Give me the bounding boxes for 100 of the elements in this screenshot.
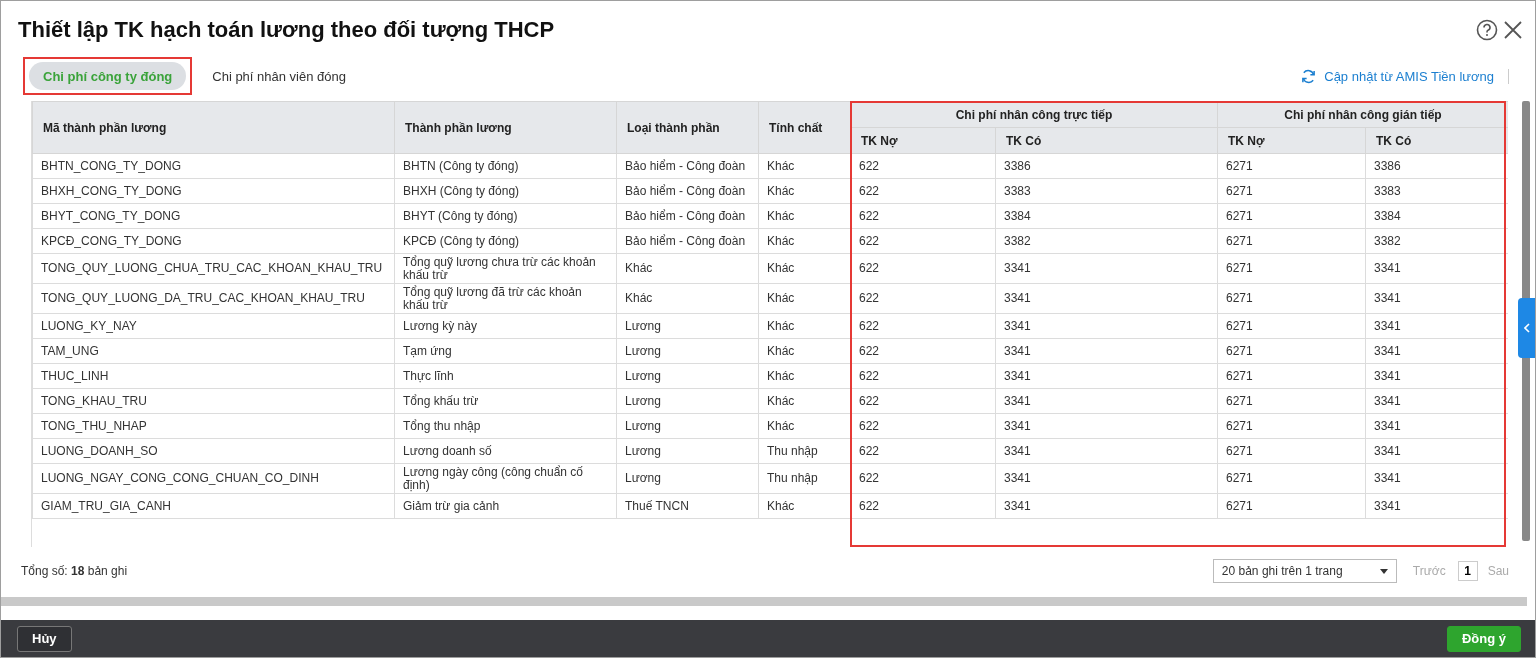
table-cell: BHXH (Công ty đóng) — [394, 178, 617, 204]
table-cell: 3341 — [995, 338, 1218, 364]
table-cell: Giảm trừ gia cảnh — [394, 493, 617, 519]
table-cell: Lương — [616, 388, 759, 414]
table-cell: Tổng khấu trừ — [394, 388, 617, 414]
table-cell: 6271 — [1217, 388, 1366, 414]
table-cell: 622 — [850, 363, 996, 389]
table-cell: KPCĐ (Công ty đóng) — [394, 228, 617, 254]
table-cell: 6271 — [1217, 363, 1366, 389]
table-cell: BHYT_CONG_TY_DONG — [32, 203, 395, 229]
table-cell: 6271 — [1217, 203, 1366, 229]
table-cell: 3386 — [995, 153, 1218, 179]
table-cell: 3341 — [995, 463, 1218, 494]
table-cell: 622 — [850, 228, 996, 254]
table-cell: 6271 — [1217, 228, 1366, 254]
table-cell: Tổng thu nhập — [394, 413, 617, 439]
table-cell: Bảo hiểm - Công đoàn — [616, 178, 759, 204]
table-cell: 3341 — [995, 253, 1218, 284]
previous-link[interactable]: Trước — [1412, 564, 1446, 578]
table-cell: 3341 — [995, 438, 1218, 464]
table-cell: BHXH_CONG_TY_DONG — [32, 178, 395, 204]
table-cell: 622 — [850, 338, 996, 364]
column-header: Loại thành phần — [616, 101, 759, 154]
ok-button[interactable]: Đồng ý — [1446, 625, 1521, 652]
table-cell: THUC_LINH — [32, 363, 395, 389]
table-cell: 6271 — [1217, 438, 1366, 464]
table-cell: 3383 — [995, 178, 1218, 204]
table-cell: 3341 — [995, 413, 1218, 439]
table-cell: Tạm ứng — [394, 338, 617, 364]
table-cell: 3384 — [995, 203, 1218, 229]
table-cell: 3341 — [995, 388, 1218, 414]
table-cell: 6271 — [1217, 253, 1366, 284]
table-cell: BHYT (Công ty đóng) — [394, 203, 617, 229]
table-cell: Bảo hiểm - Công đoàn — [616, 203, 759, 229]
table-cell: 6271 — [1217, 283, 1366, 314]
table-cell: Lương — [616, 413, 759, 439]
table-cell: Khác — [616, 283, 759, 314]
page-number[interactable]: 1 — [1457, 561, 1478, 581]
table-cell: 622 — [850, 438, 996, 464]
table-cell: 3341 — [995, 283, 1218, 314]
refresh-icon — [1301, 68, 1317, 84]
table-cell: 622 — [850, 178, 996, 204]
cancel-button[interactable]: Hủy — [17, 625, 72, 652]
dialog-title: Thiết lập TK hạch toán lương theo đối tượng THCP — [18, 17, 555, 43]
chevron-left-icon — [1523, 323, 1530, 333]
table-cell: 6271 — [1217, 463, 1366, 494]
table-cell: Lương — [616, 438, 759, 464]
column-header: TK Nợ — [1217, 127, 1366, 154]
table-cell: 622 — [850, 493, 996, 519]
column-header: Tính chất — [758, 101, 851, 154]
table-cell: 3341 — [995, 493, 1218, 519]
table-cell: 6271 — [1217, 313, 1366, 339]
table-cell: GIAM_TRU_GIA_CANH — [32, 493, 395, 519]
table-cell: 622 — [850, 413, 996, 439]
table-cell: 3382 — [995, 228, 1218, 254]
table-cell: 6271 — [1217, 413, 1366, 439]
table-cell: TONG_QUY_LUONG_DA_TRU_CAC_KHOAN_KHAU_TRU — [32, 283, 395, 314]
table-cell: 6271 — [1217, 153, 1366, 179]
table-cell: 622 — [850, 463, 996, 494]
table-cell: 622 — [850, 388, 996, 414]
table-cell: LUONG_KY_NAY — [32, 313, 395, 339]
caret-icon — [1379, 568, 1388, 574]
table-cell: Tổng quỹ lương chưa trừ các khoản khấu trừ — [394, 253, 617, 284]
column-group-header: Chi phí nhân công trực tiếp — [850, 101, 1218, 128]
table-cell: Bảo hiểm - Công đoàn — [616, 228, 759, 254]
table-cell: Lương doanh số — [394, 438, 617, 464]
horizontal-scrollbar[interactable] — [1, 597, 1527, 606]
column-header: Thành phần lương — [394, 101, 617, 154]
table-cell: BHTN_CONG_TY_DONG — [32, 153, 395, 179]
column-header: Mã thành phần lương — [32, 101, 395, 154]
table-cell: LUONG_NGAY_CONG_CONG_CHUAN_CO_DINH — [32, 463, 395, 494]
tab[interactable]: Chi phí công ty đóng — [29, 62, 187, 90]
table-cell: KPCĐ_CONG_TY_DONG — [32, 228, 395, 254]
table-cell: 6271 — [1217, 338, 1366, 364]
table-cell: Thuế TNCN — [616, 493, 759, 519]
record-count: Tổng số: 18 bản ghi — [21, 564, 128, 578]
table-cell: 3341 — [995, 313, 1218, 339]
table-cell: 622 — [850, 283, 996, 314]
table-cell: Thực lĩnh — [394, 363, 617, 389]
help-icon[interactable] — [1475, 18, 1499, 42]
table-cell: Bảo hiểm - Công đoàn — [616, 153, 759, 179]
table-cell: 622 — [850, 203, 996, 229]
table-cell: 622 — [850, 313, 996, 339]
table-cell: TAM_UNG — [32, 338, 395, 364]
column-group-header: Chi phí nhân công gián tiếp — [1217, 101, 1508, 128]
table-cell: Tổng quỹ lương đã trừ các khoản khấu trừ — [394, 283, 617, 314]
side-panel-toggle[interactable] — [1518, 298, 1535, 358]
next-link[interactable]: Sau — [1487, 564, 1509, 578]
table-cell: BHTN (Công ty đóng) — [394, 153, 617, 179]
page-size-select[interactable]: 20 bản ghi trên 1 trang — [1212, 559, 1397, 583]
tab[interactable]: Chi phí nhân viên đóng — [198, 62, 360, 90]
sync-link[interactable]: Cập nhật từ AMIS Tiền lương — [1301, 68, 1509, 84]
table-cell: Lương — [616, 338, 759, 364]
table-cell: 622 — [850, 253, 996, 284]
table-cell: Lương — [616, 463, 759, 494]
column-header: TK Có — [1365, 127, 1508, 154]
table-cell: TONG_KHAU_TRU — [32, 388, 395, 414]
table-cell: Lương ngày công (công chuẩn cố định) — [394, 463, 617, 494]
table-cell: TONG_THU_NHAP — [32, 413, 395, 439]
table-cell: TONG_QUY_LUONG_CHUA_TRU_CAC_KHOAN_KHAU_TRU — [32, 253, 395, 284]
